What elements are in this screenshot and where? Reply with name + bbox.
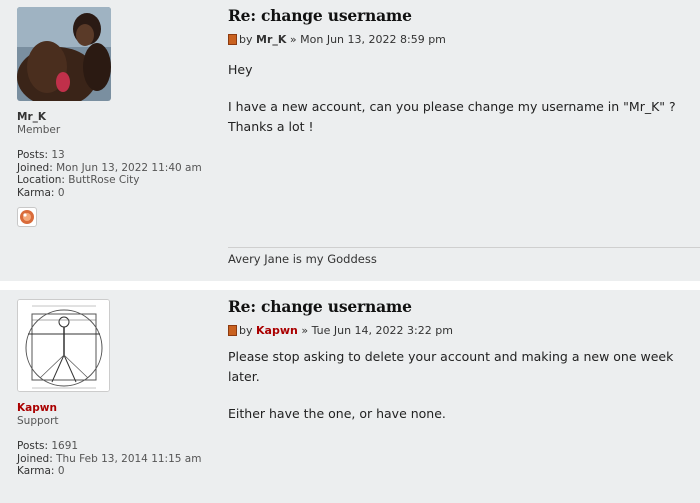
avatar[interactable]	[17, 7, 111, 101]
posts-count[interactable]: 1691	[51, 440, 78, 452]
posts-label: Posts:	[17, 440, 48, 452]
body-line: Either have the one, or have none.	[228, 406, 446, 421]
user-stats: Posts: 1691 Joined: Thu Feb 13, 2014 11:…	[17, 440, 207, 478]
avatar[interactable]	[17, 299, 110, 392]
meta-separator: »	[289, 33, 297, 46]
joined-date: Mon Jun 13, 2022 11:40 am	[56, 161, 202, 174]
karma-label: Karma:	[17, 186, 55, 199]
karma-label: Karma:	[17, 465, 55, 477]
post-meta: by Mr_K » Mon Jun 13, 2022 8:59 pm	[228, 33, 690, 46]
user-rank: Member	[17, 123, 61, 136]
post-1: Mr_K Member Posts: 13 Joined: Mon Jun 13…	[0, 0, 700, 281]
karma-value: 0	[57, 465, 65, 477]
joined-date: Thu Feb 13, 2014 11:15 am	[56, 452, 202, 465]
user-rank: Support	[17, 414, 59, 427]
joined-label: Joined:	[17, 161, 53, 174]
username[interactable]: Kapwn	[17, 402, 207, 415]
vitruvian-man-image	[18, 300, 109, 391]
post-author[interactable]: Mr_K	[256, 33, 286, 46]
karma-badge-graphic	[20, 210, 34, 224]
posts-label: Posts:	[17, 149, 48, 161]
body-line: I have a new account, can you please cha…	[228, 99, 676, 114]
post-body: Hey I have a new account, can you please…	[228, 60, 690, 137]
post-author[interactable]: Kapwn	[256, 324, 298, 337]
post-profile: Kapwn Support Posts: 1691 Joined: Thu Fe…	[17, 299, 207, 478]
post-separator	[0, 281, 700, 290]
body-line: Thanks a lot !	[228, 119, 314, 134]
karma-badge-icon[interactable]	[17, 207, 37, 227]
username[interactable]: Mr_K	[17, 111, 207, 124]
meta-separator: »	[301, 324, 309, 337]
post-body: Please stop asking to delete your accoun…	[228, 347, 690, 424]
body-line: Hey	[228, 62, 253, 77]
document-icon[interactable]	[228, 34, 237, 45]
post-meta: by Kapwn » Tue Jun 14, 2022 3:22 pm	[228, 324, 690, 337]
body-line: Please stop asking to delete your accoun…	[228, 349, 674, 384]
user-stats: Posts: 13 Joined: Mon Jun 13, 2022 11:40…	[17, 149, 207, 199]
post-profile: Mr_K Member Posts: 13 Joined: Mon Jun 13…	[17, 7, 207, 227]
post-title[interactable]: Re: change username	[228, 6, 690, 25]
posts-count[interactable]: 13	[51, 149, 64, 161]
joined-label: Joined:	[17, 452, 53, 465]
document-icon[interactable]	[228, 325, 237, 336]
by-label: by	[239, 324, 253, 337]
signature-divider	[228, 247, 700, 248]
avatar-image	[17, 7, 111, 101]
post-content: Re: change username by Mr_K » Mon Jun 13…	[228, 6, 690, 137]
post-date: Mon Jun 13, 2022 8:59 pm	[300, 33, 446, 46]
location-label: Location:	[17, 174, 65, 186]
post-2: Kapwn Support Posts: 1691 Joined: Thu Fe…	[0, 290, 700, 503]
by-label: by	[239, 33, 253, 46]
signature: Avery Jane is my Goddess	[228, 252, 377, 266]
post-content: Re: change username by Kapwn » Tue Jun 1…	[228, 297, 690, 424]
karma-value: 0	[57, 186, 65, 199]
location-value: ButtRose City	[68, 174, 140, 186]
post-date: Tue Jun 14, 2022 3:22 pm	[311, 324, 453, 337]
post-title[interactable]: Re: change username	[228, 297, 690, 316]
